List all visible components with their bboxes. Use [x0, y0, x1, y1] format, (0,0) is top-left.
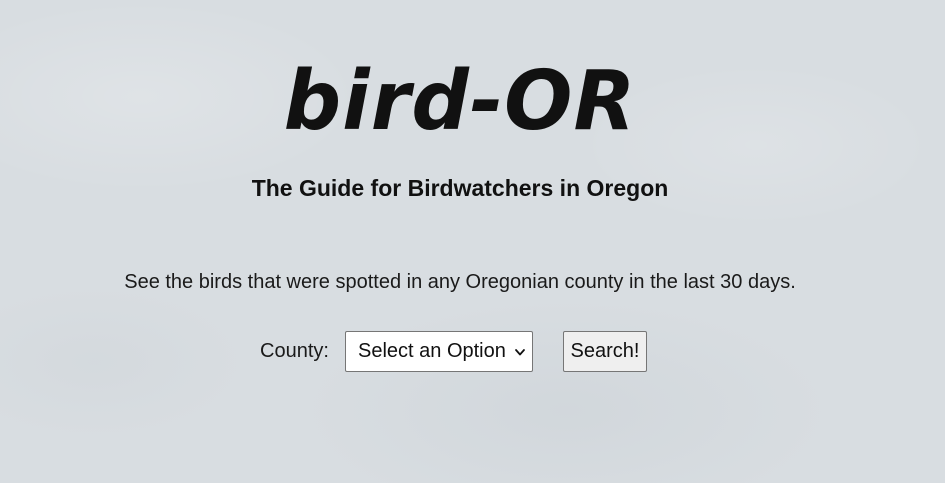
county-label: County: — [260, 340, 329, 362]
chevron-down-icon — [515, 349, 525, 356]
site-logo: bird-OR — [283, 54, 637, 149]
county-search-form: County: Select an Option Search! — [0, 331, 920, 372]
search-button[interactable]: Search! — [563, 331, 647, 372]
county-select-value: Select an Option — [358, 340, 506, 362]
page: bird-OR The Guide for Birdwatchers in Or… — [0, 0, 920, 483]
page-description: See the birds that were spotted in any O… — [124, 271, 796, 293]
page-tagline: The Guide for Birdwatchers in Oregon — [251, 175, 669, 201]
county-select[interactable]: Select an Option — [345, 331, 533, 372]
